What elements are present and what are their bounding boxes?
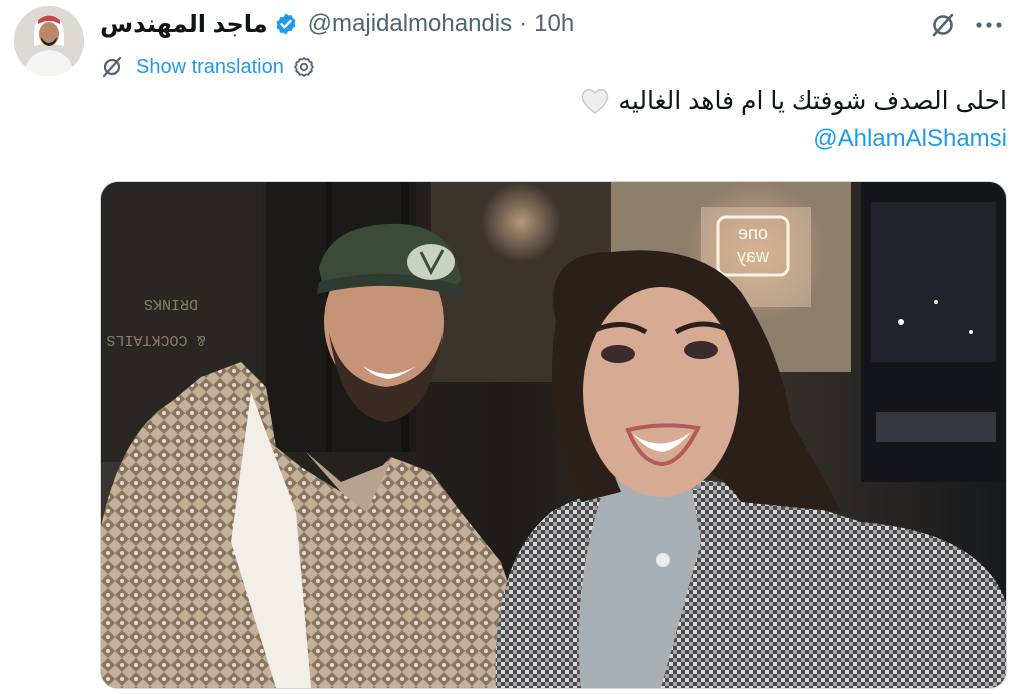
tweet-text: احلى الصدف شوفتك يا ام فاهد الغاليه — [580, 86, 1007, 116]
neon-sign-line2: way — [737, 246, 770, 266]
wall-sign-line2: & COCKTAILS — [106, 331, 205, 348]
tweet-text-content: احلى الصدف شوفتك يا ام فاهد الغاليه — [618, 87, 1007, 115]
tweet-header: ماجد المهندس @majidalmohandis · 10h — [100, 7, 574, 41]
user-handle[interactable]: @majidalmohandis — [308, 10, 512, 38]
translate-icon — [100, 55, 124, 79]
separator-dot: · — [519, 10, 528, 37]
display-name[interactable]: ماجد المهندس — [100, 10, 268, 39]
wall-sign-line1: DRINKS — [144, 295, 198, 312]
tweet-card[interactable]: ماجد المهندس @majidalmohandis · 10h Show… — [0, 0, 1024, 694]
tweet-photo[interactable]: DRINKS & COCKTAILS one way — [100, 181, 1007, 689]
more-dots-icon[interactable] — [972, 10, 1006, 40]
translation-row: Show translation — [100, 52, 316, 82]
mention-link[interactable]: @AhlamAlShamsi — [813, 125, 1007, 153]
grok-icon[interactable] — [928, 10, 958, 40]
neon-sign-line1: one — [738, 223, 768, 243]
verified-badge-icon — [274, 12, 298, 36]
show-translation-link[interactable]: Show translation — [136, 56, 284, 79]
tweet-timestamp[interactable]: 10h — [534, 10, 574, 38]
white-heart-icon — [580, 87, 610, 115]
avatar[interactable] — [14, 6, 84, 76]
gear-icon[interactable] — [292, 55, 316, 79]
